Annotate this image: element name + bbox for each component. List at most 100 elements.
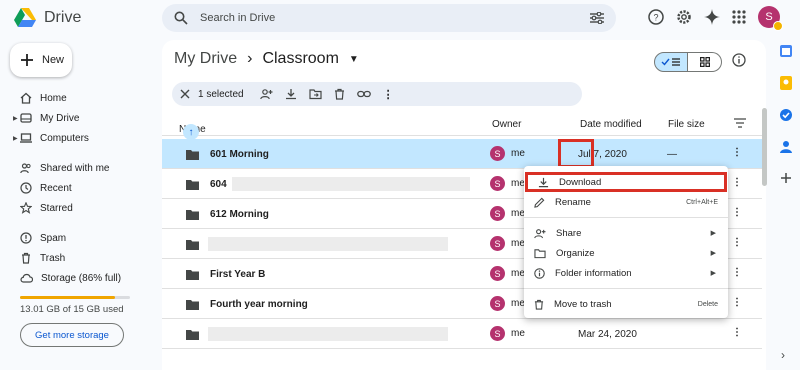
- keep-notes-icon[interactable]: [780, 76, 792, 90]
- grid-view-button[interactable]: [688, 52, 722, 72]
- menu-item-share[interactable]: Share ▶: [524, 223, 728, 243]
- people-icon: [20, 163, 31, 174]
- row-more-actions-icon[interactable]: ⋮: [732, 207, 742, 218]
- sidebar-item-recent[interactable]: Recent: [0, 178, 150, 198]
- file-name: Fourth year morning: [210, 299, 308, 310]
- plus-icon: [21, 54, 33, 66]
- expand-caret-icon[interactable]: ▶: [13, 115, 18, 122]
- sidebar-item-storage[interactable]: Storage (86% full): [0, 268, 150, 288]
- link-icon[interactable]: [356, 89, 371, 99]
- expand-panel-chevron-icon[interactable]: ›: [781, 348, 785, 362]
- gemini-sparkle-icon[interactable]: [704, 9, 720, 25]
- dropdown-caret-icon[interactable]: ▼: [349, 54, 359, 65]
- get-more-storage-button[interactable]: Get more storage: [20, 323, 124, 347]
- file-name: 604: [210, 179, 227, 190]
- trash-icon: [534, 299, 544, 310]
- column-header-file-size[interactable]: File size: [668, 119, 705, 130]
- search-bar[interactable]: [162, 4, 616, 32]
- add-plus-icon[interactable]: [780, 172, 792, 184]
- download-icon[interactable]: [285, 88, 297, 100]
- menu-divider: [524, 217, 728, 218]
- menu-item-folder-information[interactable]: Folder information ▶: [524, 263, 728, 283]
- sidebar-item-spam[interactable]: Spam: [0, 228, 150, 248]
- menu-item-rename[interactable]: Rename Ctrl+Alt+E: [524, 192, 728, 212]
- info-icon[interactable]: [732, 53, 746, 67]
- contacts-icon[interactable]: [780, 140, 792, 154]
- settings-gear-icon[interactable]: [676, 9, 692, 25]
- more-options-icon[interactable]: ⋮: [383, 88, 394, 101]
- file-name: 601 Morning: [210, 149, 269, 160]
- share-person-add-icon[interactable]: [259, 88, 273, 100]
- menu-divider: [524, 288, 728, 289]
- new-button-label: New: [42, 54, 65, 66]
- menu-item-download[interactable]: Download: [525, 172, 727, 192]
- search-options-icon[interactable]: [590, 12, 604, 24]
- top-right-toolbar: ? S: [648, 6, 783, 31]
- expand-caret-icon[interactable]: ▶: [13, 135, 18, 142]
- folder-icon: [186, 270, 199, 280]
- column-header-date-modified[interactable]: Date modified: [580, 119, 642, 130]
- row-more-actions-icon[interactable]: ⋮: [732, 237, 742, 248]
- submenu-arrow-icon: ▶: [710, 270, 716, 277]
- computer-icon: [20, 133, 32, 143]
- trash-icon: [22, 252, 30, 264]
- owner-cell: Sme: [490, 266, 525, 281]
- sidebar-item-home[interactable]: Home: [0, 88, 150, 108]
- sidebar-nav: Home ▶ My Drive ▶ Computers Shared with …: [0, 88, 150, 288]
- rename-shortcut: Ctrl+Alt+E: [686, 198, 718, 206]
- move-folder-icon[interactable]: [308, 88, 322, 100]
- breadcrumb: My Drive › Classroom ▼: [174, 50, 359, 68]
- more-actions-highlight-box: [558, 139, 594, 168]
- new-button[interactable]: New: [10, 43, 72, 77]
- delete-shortcut: Delete: [697, 300, 718, 308]
- sidebar-item-trash[interactable]: Trash: [0, 248, 150, 268]
- menu-item-organize[interactable]: Organize ▶: [524, 243, 728, 263]
- menu-item-move-to-trash[interactable]: Move to trash Delete: [524, 294, 728, 314]
- sidebar-item-starred[interactable]: Starred: [0, 198, 150, 218]
- svg-text:?: ?: [653, 13, 658, 23]
- column-header-owner[interactable]: Owner: [492, 119, 521, 130]
- row-more-actions-icon[interactable]: ⋮: [732, 177, 742, 188]
- breadcrumb-current-folder[interactable]: Classroom: [262, 50, 338, 68]
- tasks-icon[interactable]: [779, 108, 793, 122]
- view-toggle: [654, 52, 722, 72]
- sort-arrow-up-icon[interactable]: ↑: [183, 124, 199, 140]
- close-icon[interactable]: [180, 89, 190, 99]
- date-modified: Mar 24, 2020: [578, 329, 637, 340]
- search-icon[interactable]: [174, 11, 188, 25]
- table-row[interactable]: Sme Mar 24, 2020 ⋮: [162, 319, 762, 349]
- folder-move-icon: [534, 248, 546, 258]
- apps-grid-icon[interactable]: [732, 10, 746, 24]
- file-name: 612 Morning: [210, 209, 269, 220]
- account-avatar[interactable]: S: [758, 6, 783, 31]
- row-more-actions-icon[interactable]: ⋮: [732, 297, 742, 308]
- owner-cell: Sme: [490, 236, 525, 251]
- owner-cell: Sme: [490, 296, 525, 311]
- grid-view-icon: [699, 57, 710, 67]
- sidebar-item-my-drive[interactable]: ▶ My Drive: [0, 108, 150, 128]
- drive-logo[interactable]: Drive: [14, 8, 81, 28]
- storage-progress-fill: [20, 296, 115, 299]
- row-more-actions-icon[interactable]: ⋮: [732, 327, 742, 338]
- scrollbar[interactable]: [762, 108, 767, 186]
- clock-icon: [20, 182, 32, 194]
- sort-options-icon[interactable]: [734, 118, 746, 131]
- breadcrumb-my-drive[interactable]: My Drive: [174, 50, 237, 68]
- calendar-icon[interactable]: [779, 44, 793, 58]
- table-row[interactable]: 601 Morning Sme Jul 7, 2020 — ⋮: [162, 139, 762, 169]
- folder-icon: [186, 240, 199, 250]
- row-more-actions-icon[interactable]: ⋮: [732, 147, 742, 158]
- help-icon[interactable]: ?: [648, 9, 664, 25]
- search-input[interactable]: [200, 12, 578, 24]
- sidebar-item-computers[interactable]: ▶ Computers: [0, 128, 150, 148]
- trash-icon[interactable]: [334, 88, 345, 100]
- sidebar-item-shared-with-me[interactable]: Shared with me: [0, 158, 150, 178]
- list-view-button[interactable]: [654, 52, 688, 72]
- storage-progress-bar: [20, 296, 130, 299]
- row-more-actions-icon[interactable]: ⋮: [732, 267, 742, 278]
- owner-avatar: S: [490, 236, 505, 251]
- table-header: Name↑ Owner Date modified File size: [162, 114, 766, 140]
- redacted-block: [232, 177, 470, 191]
- folder-icon: [186, 150, 199, 160]
- redacted-block: [208, 327, 448, 341]
